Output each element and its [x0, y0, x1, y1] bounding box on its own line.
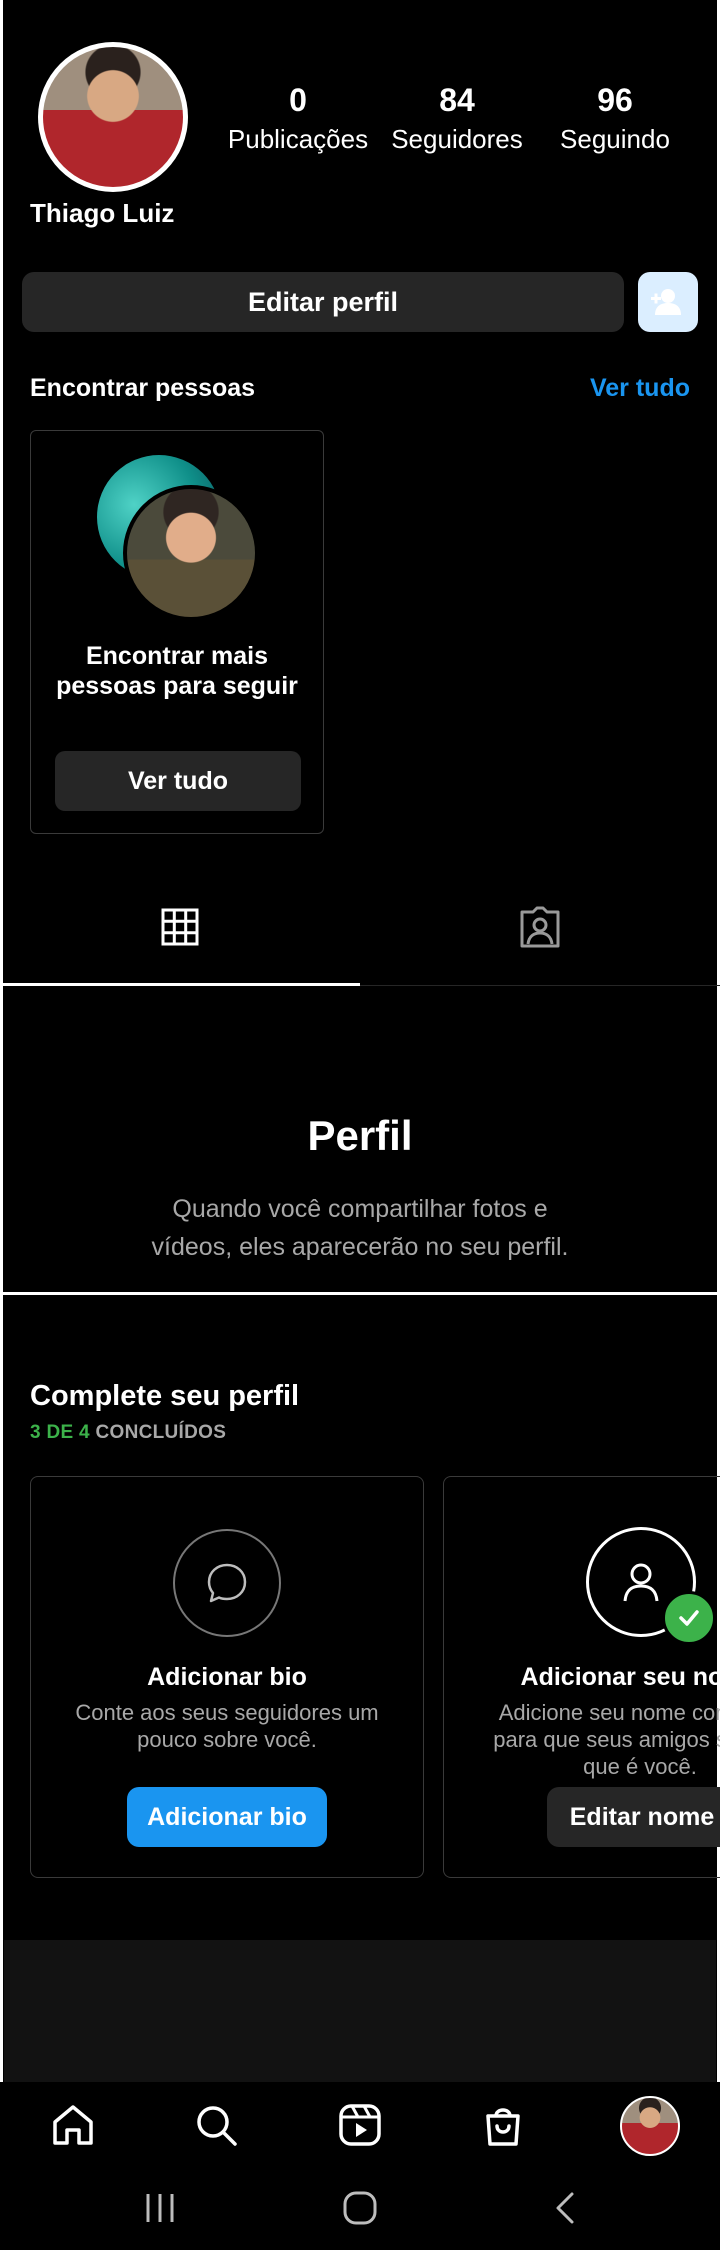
add-bio-button[interactable]: Adicionar bio	[127, 1787, 327, 1847]
complete-profile-progress: 3 DE 4 CONCLUÍDOS	[30, 1422, 226, 1444]
bottom-nav	[0, 2082, 720, 2168]
back-chevron-icon	[556, 2192, 574, 2224]
recent-apps-button[interactable]	[140, 2190, 180, 2226]
back-button[interactable]	[546, 2190, 586, 2226]
section-divider	[0, 1292, 720, 1295]
bio-icon-circle	[173, 1529, 281, 1637]
stat-posts-label: Publicações	[227, 124, 369, 154]
complete-card-name: Adicionar seu nome Adicione seu nome com…	[443, 1476, 720, 1878]
progress-count: 3 DE 4	[30, 1422, 90, 1443]
complete-card-bio: Adicionar bio Conte aos seus seguidores …	[30, 1476, 424, 1878]
nav-search[interactable]	[193, 2102, 239, 2148]
name-card-title: Adicionar seu nome	[520, 1663, 720, 1691]
tab-posts-grid[interactable]	[155, 902, 205, 952]
discover-see-all-link[interactable]: Ver tudo	[590, 374, 690, 403]
add-user-icon	[651, 289, 681, 315]
system-nav-bar	[0, 2168, 720, 2250]
checkmark-icon	[679, 1610, 699, 1626]
stat-following-count: 96	[597, 82, 633, 118]
recent-apps-icon	[146, 2194, 174, 2222]
progress-label: CONCLUÍDOS	[95, 1422, 227, 1443]
stat-followers[interactable]: 84 Seguidores	[377, 80, 537, 156]
home-button[interactable]	[340, 2190, 380, 2226]
bio-card-description: Conte aos seus seguidores um pouco sobre…	[75, 1700, 379, 1752]
search-icon	[197, 2106, 237, 2146]
shop-icon	[486, 2108, 520, 2146]
discover-people-button[interactable]	[638, 272, 698, 332]
reels-icon	[339, 2104, 381, 2146]
speech-bubble-icon	[207, 1563, 247, 1603]
profile-photo	[43, 47, 183, 187]
grid-icon	[161, 908, 199, 946]
home-icon	[53, 2105, 93, 2145]
stat-posts-count: 0	[289, 82, 307, 118]
active-tab-indicator	[0, 983, 360, 986]
person-icon	[623, 1563, 659, 1602]
suggested-avatar-front	[123, 485, 259, 621]
edit-profile-button[interactable]: Editar perfil	[22, 272, 624, 332]
edit-name-button[interactable]: Editar nome	[547, 1787, 720, 1847]
home-circle-icon	[343, 2191, 377, 2225]
completed-badge	[662, 1591, 716, 1645]
bio-card-title: Adicionar bio	[147, 1663, 307, 1691]
nav-reels[interactable]	[337, 2102, 383, 2148]
name-card-description: Adicione seu nome completo para que seus…	[493, 1700, 720, 1779]
stat-following-label: Seguindo	[560, 124, 670, 154]
tagged-icon	[520, 906, 560, 948]
empty-state-title: Perfil	[307, 1112, 413, 1159]
profile-avatar[interactable]	[38, 42, 188, 192]
tab-tagged[interactable]	[515, 902, 565, 952]
stat-followers-count: 84	[439, 82, 475, 118]
nav-home[interactable]	[50, 2102, 96, 2148]
complete-profile-title: Complete seu perfil	[30, 1380, 300, 1412]
profile-username: Thiago Luiz	[30, 198, 175, 228]
content-footer-area	[4, 1940, 716, 2082]
stat-posts[interactable]: 0 Publicações	[218, 80, 378, 156]
nav-shop[interactable]	[480, 2102, 526, 2148]
nav-profile-avatar[interactable]	[620, 2096, 680, 2156]
stat-followers-label: Seguidores	[391, 124, 523, 154]
empty-state-description: Quando você compartilhar fotos e vídeos,…	[151, 1195, 569, 1261]
discover-card: Encontrar mais pessoas para seguir Ver t…	[30, 430, 324, 834]
discover-title: Encontrar pessoas	[30, 374, 256, 402]
discover-card-text: Encontrar mais pessoas para seguir	[56, 642, 298, 700]
stat-following[interactable]: 96 Seguindo	[535, 80, 695, 156]
discover-card-button[interactable]: Ver tudo	[55, 751, 301, 811]
